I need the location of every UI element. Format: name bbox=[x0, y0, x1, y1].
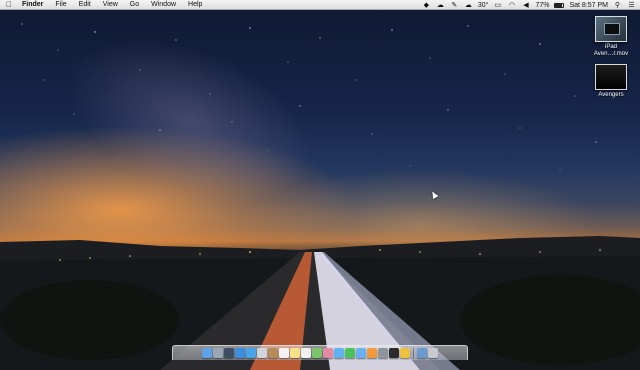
video-file-icon[interactable] bbox=[595, 64, 627, 90]
calendar-icon[interactable] bbox=[279, 348, 289, 358]
downloads-stack-icon[interactable] bbox=[417, 348, 427, 358]
facetime-icon[interactable] bbox=[345, 348, 355, 358]
itunes-icon[interactable] bbox=[356, 348, 366, 358]
spotlight-search-icon[interactable]: ⚲ bbox=[613, 2, 622, 9]
notes-icon[interactable] bbox=[290, 348, 300, 358]
starfield bbox=[21, 23, 613, 171]
video-file-icon[interactable] bbox=[595, 16, 627, 42]
mission-control-icon[interactable] bbox=[224, 348, 234, 358]
dock-separator bbox=[413, 347, 414, 359]
maps-icon[interactable] bbox=[312, 348, 322, 358]
clock[interactable]: Sat 8:57 PM bbox=[569, 2, 608, 9]
terminal-icon[interactable] bbox=[389, 348, 399, 358]
weather-icon[interactable]: ☁ bbox=[464, 2, 473, 9]
menu-help[interactable]: Help bbox=[182, 0, 208, 10]
wifi-icon[interactable]: ◠ bbox=[507, 2, 516, 9]
apple-icon[interactable]:  bbox=[2, 0, 16, 9]
desktop-item-label: iPad bbox=[604, 44, 617, 50]
menu-window[interactable]: Window bbox=[145, 0, 182, 10]
ibooks-icon[interactable] bbox=[367, 348, 377, 358]
status-menu-area: ◆ ☁ ✎ ☁ 30° ▭ ◠ ◀ 77% Sat 8:57 PM ⚲ ☰ bbox=[422, 0, 636, 10]
dock bbox=[172, 345, 468, 360]
battery-percent[interactable]: 77% bbox=[535, 2, 549, 9]
airplay-icon[interactable]: ▭ bbox=[493, 2, 502, 9]
launchpad-icon[interactable] bbox=[213, 348, 223, 358]
menu-edit[interactable]: Edit bbox=[73, 0, 97, 10]
desktop-item-avengers[interactable]: Avengers bbox=[589, 64, 633, 99]
safari-icon[interactable] bbox=[246, 348, 256, 358]
desktop-item-ipad-avengers[interactable]: iPad Aven…r.mov bbox=[589, 16, 633, 58]
menu-file[interactable]: File bbox=[49, 0, 72, 10]
menu-view[interactable]: View bbox=[97, 0, 124, 10]
volume-icon[interactable]: ◀ bbox=[521, 2, 530, 9]
menu-app-finder[interactable]: Finder bbox=[16, 0, 49, 10]
battery-icon[interactable] bbox=[554, 2, 565, 8]
desktop-item-label: Avengers bbox=[598, 92, 624, 98]
photos-icon[interactable] bbox=[323, 348, 333, 358]
menu-bar:  Finder File Edit View Go Window Help ◆… bbox=[0, 0, 640, 10]
reminders-icon[interactable] bbox=[301, 348, 311, 358]
notification-center-icon[interactable]: ☰ bbox=[627, 2, 636, 9]
trash-icon[interactable] bbox=[428, 348, 438, 358]
cloud-sync-icon[interactable]: ☁ bbox=[436, 2, 445, 9]
evernote-icon[interactable]: ✎ bbox=[450, 2, 459, 9]
system-preferences-icon[interactable] bbox=[378, 348, 388, 358]
messages-icon[interactable] bbox=[334, 348, 344, 358]
chrome-icon[interactable] bbox=[400, 348, 410, 358]
mail-icon[interactable] bbox=[257, 348, 267, 358]
contacts-icon[interactable] bbox=[268, 348, 278, 358]
dropbox-icon[interactable]: ◆ bbox=[422, 2, 431, 9]
app-store-icon[interactable] bbox=[235, 348, 245, 358]
temperature-readout[interactable]: 30° bbox=[478, 2, 489, 9]
finder-icon[interactable] bbox=[202, 348, 212, 358]
desktop-item-label: Aven…r.mov bbox=[593, 51, 629, 57]
menu-go[interactable]: Go bbox=[124, 0, 145, 10]
desktop-wallpaper bbox=[0, 6, 640, 370]
